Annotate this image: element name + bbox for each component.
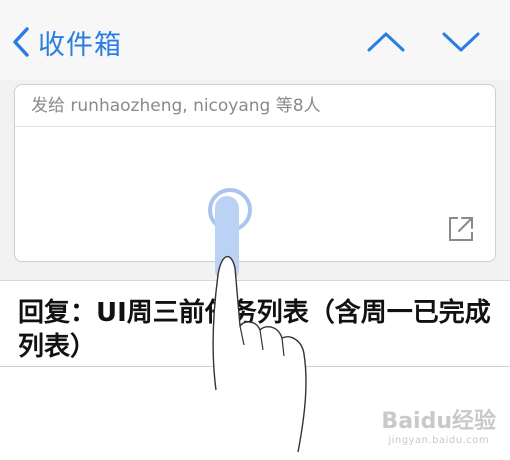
previous-message-button[interactable] — [365, 26, 407, 58]
quick-reply-area: 发给 runhaozheng, nicoyang 等8人 — [0, 80, 510, 281]
watermark-logo: Baidu经验 — [381, 409, 496, 434]
watermark: Baidu经验 jingyan.baidu.com — [381, 403, 496, 446]
chevron-down-icon — [442, 32, 480, 52]
expand-arrow-icon[interactable] — [445, 213, 477, 245]
message-subject: 回复：UI周三前任务列表（含周一已完成列表） — [18, 298, 491, 362]
quick-reply-box[interactable]: 发给 runhaozheng, nicoyang 等8人 — [14, 84, 496, 262]
next-message-button[interactable] — [440, 26, 482, 58]
chevron-left-icon — [13, 27, 29, 57]
chevron-up-icon — [367, 32, 405, 52]
back-button[interactable]: 收件箱 — [10, 22, 122, 62]
recipients-field: 发给 runhaozheng, nicoyang 等8人 — [15, 85, 495, 127]
navigation-bar: 收件箱 — [0, 0, 510, 80]
back-label: 收件箱 — [38, 29, 122, 61]
watermark-url: jingyan.baidu.com — [388, 435, 490, 446]
divider — [0, 366, 510, 367]
